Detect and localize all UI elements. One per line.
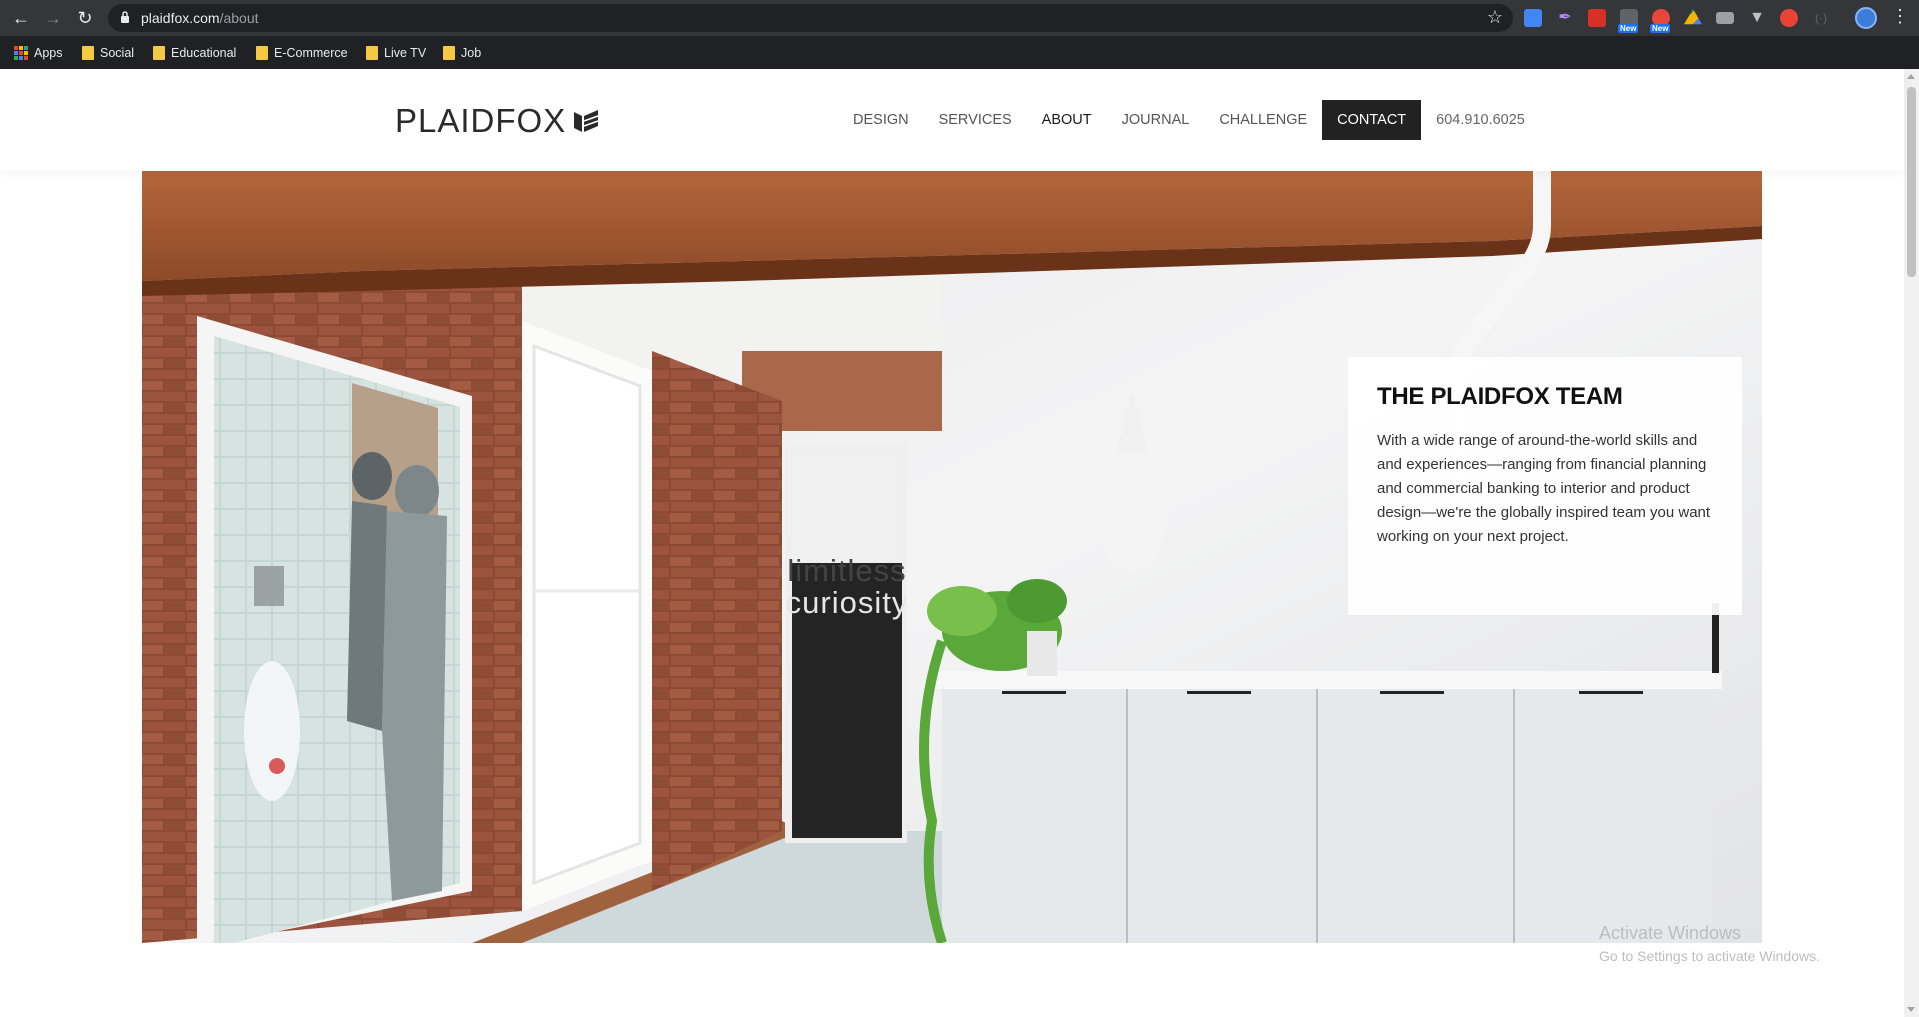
main-nav: DESIGN SERVICES ABOUT JOURNAL CHALLENGE … — [838, 100, 1540, 140]
logo-text: PLAIDFOX — [395, 102, 567, 139]
new-badge: New — [1650, 24, 1671, 33]
pen-extension-icon[interactable]: ✒ — [1556, 9, 1574, 27]
plaidfox-logo-icon — [574, 110, 599, 132]
bookmark-apps[interactable]: Apps — [14, 44, 63, 62]
bookmark-social[interactable]: Social — [82, 44, 134, 62]
nav-design[interactable]: DESIGN — [838, 100, 924, 140]
pdf-extension-icon[interactable] — [1588, 9, 1606, 27]
nav-services[interactable]: SERVICES — [924, 100, 1027, 140]
site-logo[interactable]: PLAIDFOX — [395, 102, 600, 140]
nav-journal[interactable]: JOURNAL — [1107, 100, 1205, 140]
bookmark-educational[interactable]: Educational — [153, 44, 236, 62]
back-arrow-icon[interactable]: ← — [9, 6, 33, 30]
mail-extension-icon[interactable] — [1716, 12, 1734, 24]
v-extension-icon[interactable]: ▼ — [1748, 9, 1766, 27]
page-scrollbar[interactable] — [1904, 69, 1919, 1017]
windows-activation-watermark: Activate Windows Go to Settings to activ… — [1599, 923, 1820, 964]
scroll-up-arrow-icon[interactable] — [1907, 74, 1915, 79]
new-badge: New — [1618, 24, 1639, 33]
url-text: plaidfox.com/about — [141, 10, 259, 26]
watermark-title: Activate Windows — [1599, 923, 1742, 943]
forward-arrow-icon[interactable]: → — [41, 6, 65, 30]
browser-menu-icon[interactable]: ⋮ — [1891, 6, 1909, 27]
translate-extension-icon[interactable] — [1524, 9, 1542, 27]
nav-about[interactable]: ABOUT — [1027, 100, 1107, 140]
address-row: ← → ↻ plaidfox.com/about ☆ ✒ New New ▼ (… — [0, 0, 1919, 36]
bookmark-label: Apps — [34, 46, 63, 60]
website: PLAIDFOX DESIGN SERVICES ABOUT JOURNAL C… — [0, 69, 1919, 1017]
folder-icon — [366, 46, 378, 60]
nav-challenge[interactable]: CHALLENGE — [1204, 100, 1322, 140]
bookmark-label: Job — [461, 46, 482, 60]
folder-icon — [153, 46, 165, 60]
browser-chrome: ← → ↻ plaidfox.com/about ☆ ✒ New New ▼ (… — [0, 0, 1919, 69]
profile-avatar[interactable] — [1855, 7, 1877, 29]
lock-icon — [121, 11, 129, 23]
bookmark-job[interactable]: Job — [443, 44, 481, 62]
bookmark-label: Social — [100, 46, 135, 60]
reload-icon[interactable]: ↻ — [73, 6, 97, 30]
team-info-card: THE PLAIDFOX TEAM With a wide range of a… — [1348, 357, 1742, 615]
headphones-extension-icon[interactable]: New — [1650, 9, 1671, 33]
bookmark-ecommerce[interactable]: E-Commerce — [256, 44, 348, 62]
broadcast-extension-icon[interactable]: (·) — [1812, 9, 1830, 27]
watermark-subtitle: Go to Settings to activate Windows. — [1599, 948, 1820, 964]
drive-extension-icon[interactable] — [1684, 9, 1702, 25]
folder-icon — [443, 46, 455, 60]
card-body: With a wide range of around-the-world sk… — [1377, 432, 1711, 545]
bookmark-label: Educational — [171, 46, 237, 60]
door-text-line1: limitless — [787, 553, 906, 588]
site-header: PLAIDFOX DESIGN SERVICES ABOUT JOURNAL C… — [0, 69, 1904, 171]
apps-grid-icon — [14, 46, 28, 60]
news-extension-icon[interactable]: New — [1618, 9, 1639, 33]
bookmark-label: E-Commerce — [274, 46, 348, 60]
folder-icon — [82, 46, 94, 60]
nav-contact-button[interactable]: CONTACT — [1322, 100, 1422, 140]
door-text-line2: curiosity — [786, 585, 909, 620]
bookmark-star-icon[interactable]: ☆ — [1487, 7, 1503, 28]
bookmark-live-tv[interactable]: Live TV — [366, 44, 426, 62]
card-title: THE PLAIDFOX TEAM — [1377, 383, 1623, 410]
folder-icon — [256, 46, 268, 60]
address-bar[interactable]: plaidfox.com/about ☆ — [108, 4, 1513, 32]
scrollbar-thumb[interactable] — [1907, 87, 1916, 277]
bookmarks-bar: Apps Social Educational E-Commerce Live … — [0, 36, 1919, 69]
bookmark-label: Live TV — [384, 46, 427, 60]
nav-phone-link[interactable]: 604.910.6025 — [1421, 100, 1540, 140]
video-extension-icon[interactable] — [1780, 9, 1798, 27]
scroll-down-arrow-icon[interactable] — [1907, 1007, 1915, 1012]
